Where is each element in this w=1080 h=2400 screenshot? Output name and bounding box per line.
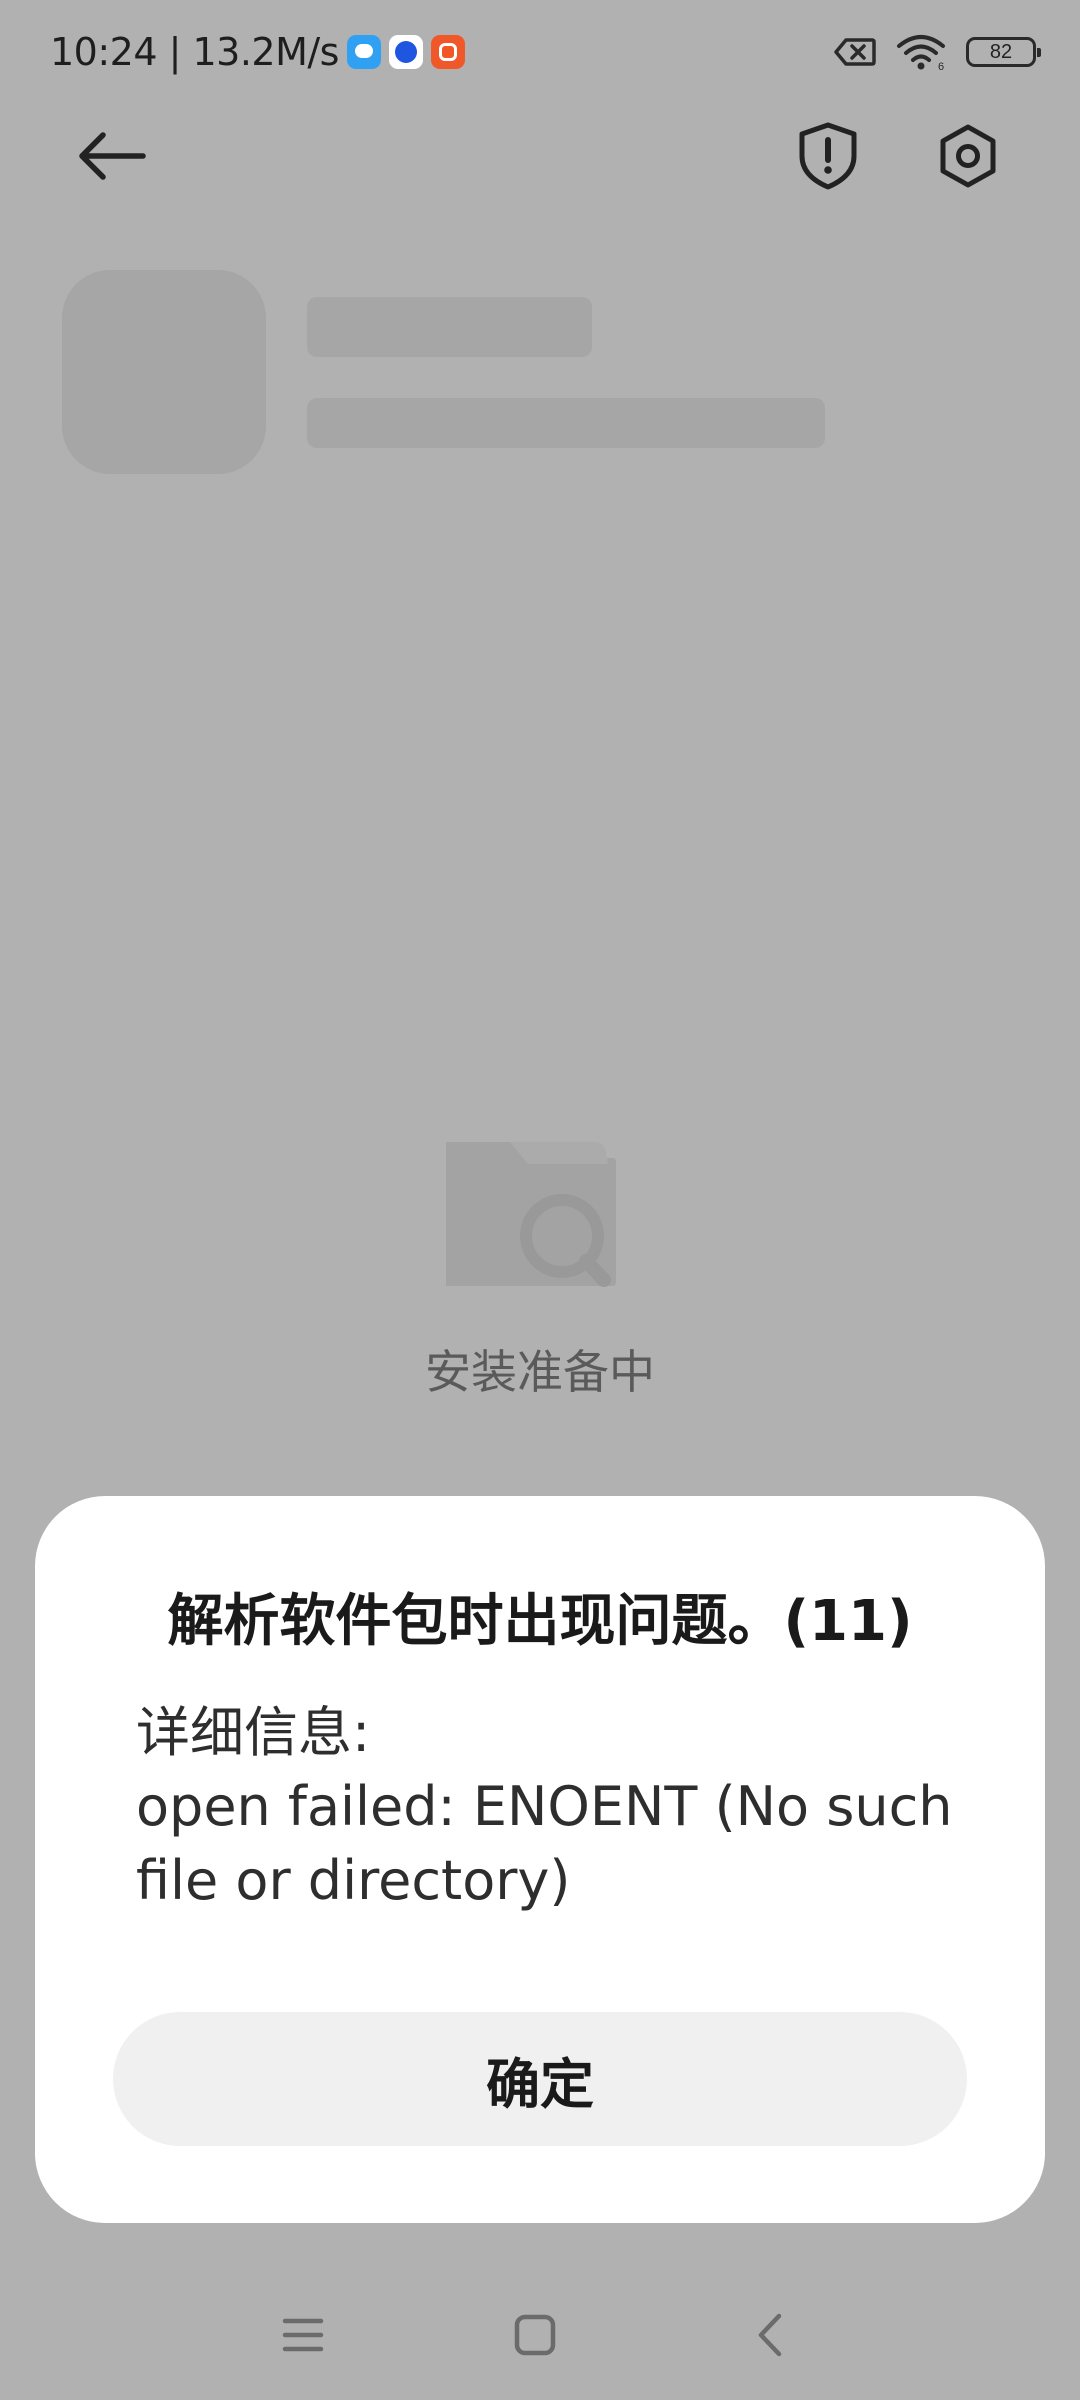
security-button[interactable] xyxy=(780,108,876,204)
status-right: 6 82 xyxy=(814,30,1041,74)
store-app-icon xyxy=(430,35,465,69)
wifi-icon: 6 xyxy=(897,35,945,71)
menu-icon xyxy=(282,2318,324,2352)
no-sim-icon xyxy=(834,38,876,66)
svg-text:6: 6 xyxy=(938,61,944,71)
back-icon xyxy=(758,2313,782,2357)
battery-level: 82 xyxy=(989,40,1013,63)
settings-gear-icon xyxy=(940,124,996,188)
app-name-placeholder xyxy=(307,297,592,357)
details-text: open failed: ENOENT (No such file or dir… xyxy=(136,1775,970,1912)
home-icon xyxy=(514,2314,556,2356)
dialog-title: 解析软件包时出现问题。(11) xyxy=(167,1589,913,1654)
settings-button[interactable] xyxy=(920,108,1016,204)
message-app-icon xyxy=(346,35,381,69)
dialog-body: 详细信息: open failed: ENOENT (No such file … xyxy=(136,1696,996,1918)
app-icon-placeholder xyxy=(62,270,266,474)
error-dialog: 解析软件包时出现问题。(11) 详细信息: open failed: ENOEN… xyxy=(35,1496,1045,2223)
status-bar: 10:24 | 13.2M/s 6 82 xyxy=(0,0,1080,104)
confirm-button[interactable]: 确定 xyxy=(113,2012,967,2146)
status-time-speed: 10:24 | 13.2M/s xyxy=(50,30,339,74)
recent-apps-button[interactable] xyxy=(258,2290,348,2380)
back-arrow-icon xyxy=(79,132,146,180)
home-button[interactable] xyxy=(490,2290,580,2380)
back-button[interactable] xyxy=(64,108,160,204)
browser-app-icon xyxy=(388,35,423,69)
battery-icon: 82 xyxy=(966,37,1041,67)
details-label: 详细信息: xyxy=(136,1701,371,1764)
security-shield-icon xyxy=(799,122,857,190)
app-info-placeholder xyxy=(307,398,825,448)
nav-back-button[interactable] xyxy=(725,2290,815,2380)
status-left: 10:24 | 13.2M/s xyxy=(50,24,465,80)
folder-search-icon xyxy=(444,1140,618,1304)
loading-status-text: 安装准备中 xyxy=(425,1345,655,1399)
